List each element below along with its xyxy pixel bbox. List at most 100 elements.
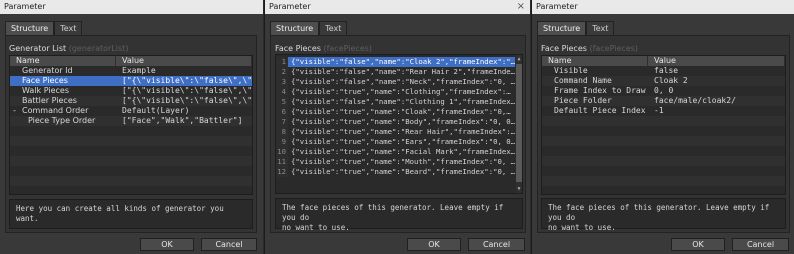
list-item[interactable]: 12 {"visible":"true","name":"Beard","fram… xyxy=(276,167,522,177)
table-row-empty[interactable] xyxy=(542,136,785,146)
table-row-empty[interactable] xyxy=(10,166,252,176)
parameter-table[interactable]: Name Value Visible false Command Name Cl… xyxy=(541,55,786,195)
description-box: The face pieces of this generator. Leave… xyxy=(541,198,786,232)
table-row-empty[interactable] xyxy=(10,136,252,146)
table-row-empty[interactable] xyxy=(542,186,785,194)
row-value: ["{\"visible\":\"false\",\"… xyxy=(122,96,252,105)
scrollbar-thumb[interactable] xyxy=(516,64,522,182)
table-header: Name Value xyxy=(10,56,252,66)
table-row[interactable]: Frame Index to Draw 0, 0 xyxy=(542,86,785,96)
parameter-window-1: Parameter Structure Text Generator List … xyxy=(0,0,263,254)
window-titlebar[interactable]: Parameter × xyxy=(265,0,530,14)
table-row-empty[interactable] xyxy=(10,146,252,156)
line-text: {"visible":"true","name":"Rear Hair","fr… xyxy=(291,127,516,136)
table-row[interactable]: Piece Type Order ["Face","Walk","Battler… xyxy=(10,116,252,126)
vertical-scrollbar[interactable]: ▲ ▼ xyxy=(516,55,522,193)
table-body: Generator Id Example Face Pieces ["{\"vi… xyxy=(10,66,252,194)
table-row[interactable]: Visible false xyxy=(542,66,785,76)
tab-text[interactable]: Text xyxy=(586,21,615,35)
row-name: Face Pieces xyxy=(22,76,68,85)
cancel-button[interactable]: Cancel xyxy=(468,238,525,251)
line-number: 1 xyxy=(276,57,288,67)
list-item[interactable]: 4 {"visible":"true","name":"Clothing","fr… xyxy=(276,87,522,97)
scroll-up-icon[interactable]: ▲ xyxy=(516,56,522,62)
tab-structure[interactable]: Structure xyxy=(270,21,320,35)
description-line-1: The face pieces of this generator. Leave… xyxy=(282,203,504,222)
empty-cell xyxy=(10,176,252,186)
column-header-value[interactable]: Value xyxy=(116,56,252,66)
scroll-down-icon[interactable]: ▼ xyxy=(516,186,522,192)
table-row-empty[interactable] xyxy=(10,176,252,186)
description-box: Here you can create all kinds of generat… xyxy=(9,199,253,229)
piece-list-editor[interactable]: 1 {"visible":"false","name":"Cloak 2","fr… xyxy=(275,54,523,194)
column-header-name[interactable]: Name xyxy=(10,56,116,66)
table-row[interactable]: Piece Folder face/male/cloak2/ xyxy=(542,96,785,106)
table-row-empty[interactable] xyxy=(10,126,252,136)
tab-structure[interactable]: Structure xyxy=(537,21,587,35)
table-row[interactable]: Walk Pieces ["{\"visible\":\"false\",\"… xyxy=(10,86,252,96)
list-item[interactable]: 5 {"visible":"false","name":"Clothing 1",… xyxy=(276,97,522,107)
table-row[interactable]: Command Name Cloak 2 xyxy=(542,76,785,86)
table-row-empty[interactable] xyxy=(542,126,785,136)
window-title: Parameter xyxy=(4,2,46,11)
empty-cell xyxy=(542,116,785,126)
row-name: Command Name xyxy=(554,76,612,85)
table-row-empty[interactable] xyxy=(542,166,785,176)
list-item[interactable]: 11 {"visible":"true","name":"Mouth","fram… xyxy=(276,157,522,167)
ok-button[interactable]: OK xyxy=(407,238,461,251)
tab-text[interactable]: Text xyxy=(319,21,348,35)
list-item[interactable]: 7 {"visible":"true","name":"Body","frameI… xyxy=(276,117,522,127)
window-titlebar[interactable]: Parameter xyxy=(0,0,263,14)
cancel-button[interactable]: Cancel xyxy=(732,238,789,251)
list-item[interactable]: 6 {"visible":"true","name":"Cloak","frame… xyxy=(276,107,522,117)
parameter-table[interactable]: Name Value Generator Id Example Face Pie… xyxy=(9,55,253,195)
row-value: Example xyxy=(122,66,156,75)
list-item-selected[interactable]: 1 {"visible":"false","name":"Cloak 2","fr… xyxy=(276,57,522,67)
table-row-empty[interactable] xyxy=(542,176,785,186)
empty-cell xyxy=(10,126,252,136)
table-row-selected[interactable]: Face Pieces ["{\"visible\":\"false\",\"… xyxy=(10,76,252,86)
table-row-empty[interactable] xyxy=(542,116,785,126)
tab-text[interactable]: Text xyxy=(54,21,83,35)
collapse-toggle[interactable]: - xyxy=(13,106,22,116)
list-item[interactable]: 8 {"visible":"true","name":"Rear Hair","f… xyxy=(276,127,522,137)
table-row-empty[interactable] xyxy=(542,156,785,166)
list-item[interactable]: 9 {"visible":"true","name":"Ears","frameI… xyxy=(276,137,522,147)
section-subtitle: (facePieces) xyxy=(589,44,639,53)
row-value: ["{\"visible\":\"false\",\"… xyxy=(122,86,252,95)
tab-bar: Structure Text xyxy=(270,21,348,35)
table-row-empty[interactable] xyxy=(10,156,252,166)
line-number: 12 xyxy=(276,167,288,177)
table-row[interactable]: Battler Pieces ["{\"visible\":\"false\",… xyxy=(10,96,252,106)
line-list: 1 {"visible":"false","name":"Cloak 2","fr… xyxy=(276,55,522,177)
window-titlebar[interactable]: Parameter xyxy=(532,0,794,14)
ok-button[interactable]: OK xyxy=(140,238,194,251)
tab-structure[interactable]: Structure xyxy=(5,21,55,35)
column-header-value[interactable]: Value xyxy=(648,56,785,66)
empty-cell xyxy=(542,136,785,146)
empty-cell xyxy=(542,156,785,166)
row-name: Walk Pieces xyxy=(22,86,69,95)
list-item[interactable]: 2 {"visible":"false","name":"Rear Hair 2"… xyxy=(276,67,522,77)
empty-cell xyxy=(10,146,252,156)
row-name: Piece Folder xyxy=(554,96,612,105)
section-label: Face Pieces (facePieces) xyxy=(275,44,372,53)
row-value: false xyxy=(654,66,679,75)
empty-cell xyxy=(10,186,252,194)
close-icon[interactable]: × xyxy=(517,0,525,14)
list-item[interactable]: 3 {"visible":"false","name":"Neck","frame… xyxy=(276,77,522,87)
column-header-name[interactable]: Name xyxy=(542,56,648,66)
table-row[interactable]: Generator Id Example xyxy=(10,66,252,76)
section-title: Face Pieces xyxy=(541,44,587,53)
parameter-window-2: Parameter × Structure Text Face Pieces (… xyxy=(264,0,530,254)
table-row-empty[interactable] xyxy=(542,146,785,156)
ok-button[interactable]: OK xyxy=(671,238,725,251)
tab-bar: Structure Text xyxy=(537,21,615,35)
table-row[interactable]: - Command Order Default(Layer) xyxy=(10,106,252,116)
table-row[interactable]: Default Piece Index -1 xyxy=(542,106,785,116)
list-item[interactable]: 10 {"visible":"true","name":"Facial Mark"… xyxy=(276,147,522,157)
table-row-empty[interactable] xyxy=(10,186,252,194)
cancel-button[interactable]: Cancel xyxy=(201,238,257,251)
row-name: Generator Id xyxy=(22,66,73,75)
row-name: Frame Index to Draw xyxy=(554,86,646,95)
